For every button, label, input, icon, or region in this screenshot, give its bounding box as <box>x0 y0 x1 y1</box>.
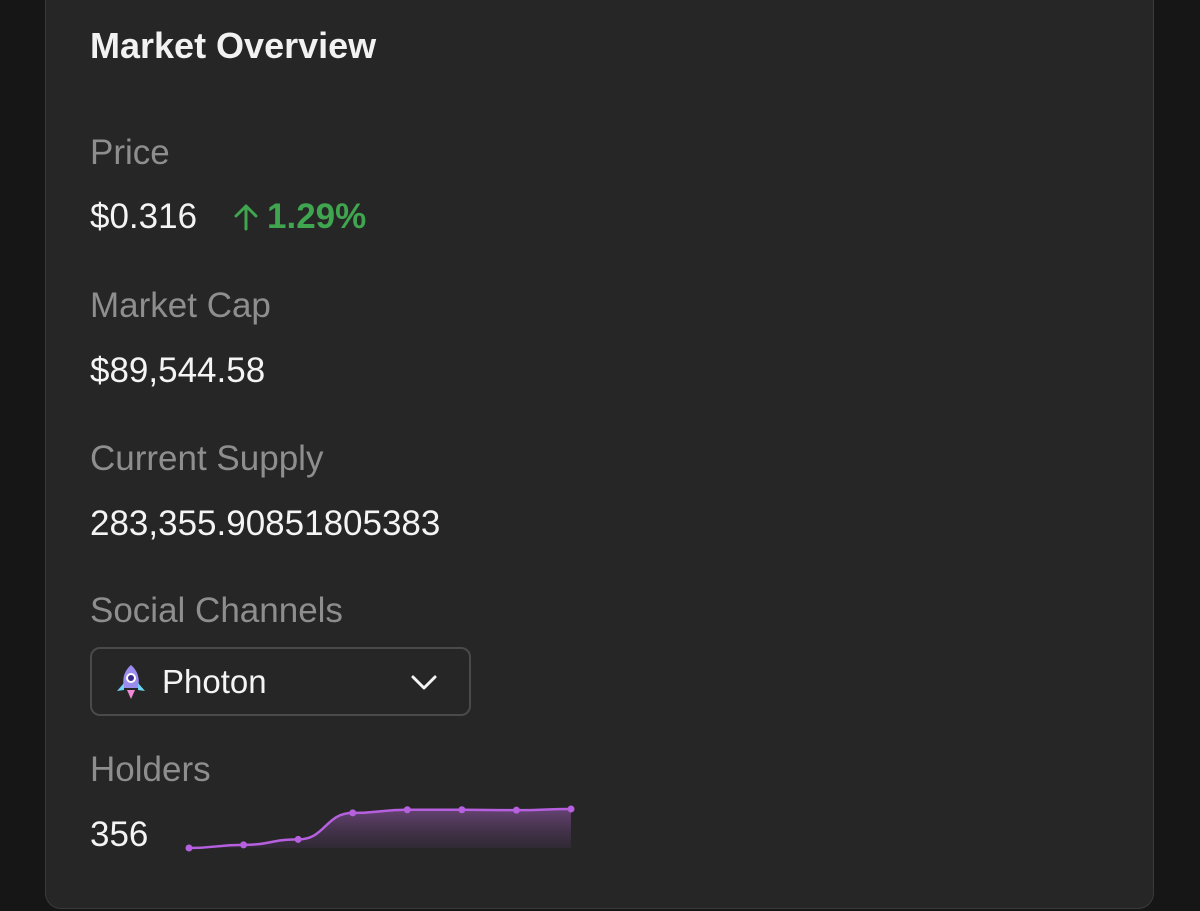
market-cap-label: Market Cap <box>90 286 271 325</box>
supply-value: 283,355.90851805383 <box>90 504 441 543</box>
sparkline-point <box>458 806 466 814</box>
sparkline-point <box>240 841 248 849</box>
arrow-up-icon <box>234 204 258 231</box>
holders-label: Holders <box>90 750 211 789</box>
sparkline-area <box>189 809 571 848</box>
holders-sparkline <box>185 805 575 852</box>
holders-value: 356 <box>90 815 149 854</box>
sparkline-point <box>512 806 520 814</box>
price-change: 1.29% <box>233 196 366 238</box>
sparkline-point <box>294 835 302 843</box>
market-cap-value: $89,544.58 <box>90 351 266 390</box>
price-label: Price <box>90 133 170 172</box>
price-change-value: 1.29% <box>267 197 367 236</box>
price-value: $0.316 <box>90 197 198 236</box>
chevron-down-icon <box>411 675 437 689</box>
social-channels-label: Social Channels <box>90 591 343 630</box>
rocket-icon <box>117 664 145 699</box>
card-title: Market Overview <box>90 25 377 66</box>
sparkline-point <box>403 806 411 814</box>
sparkline-point <box>567 805 575 813</box>
supply-label: Current Supply <box>90 439 324 478</box>
dropdown-selected-value: Photon <box>162 662 267 700</box>
social-channels-dropdown[interactable]: Photon <box>90 647 471 716</box>
sparkline-point <box>185 844 193 852</box>
sparkline-point <box>349 809 357 817</box>
